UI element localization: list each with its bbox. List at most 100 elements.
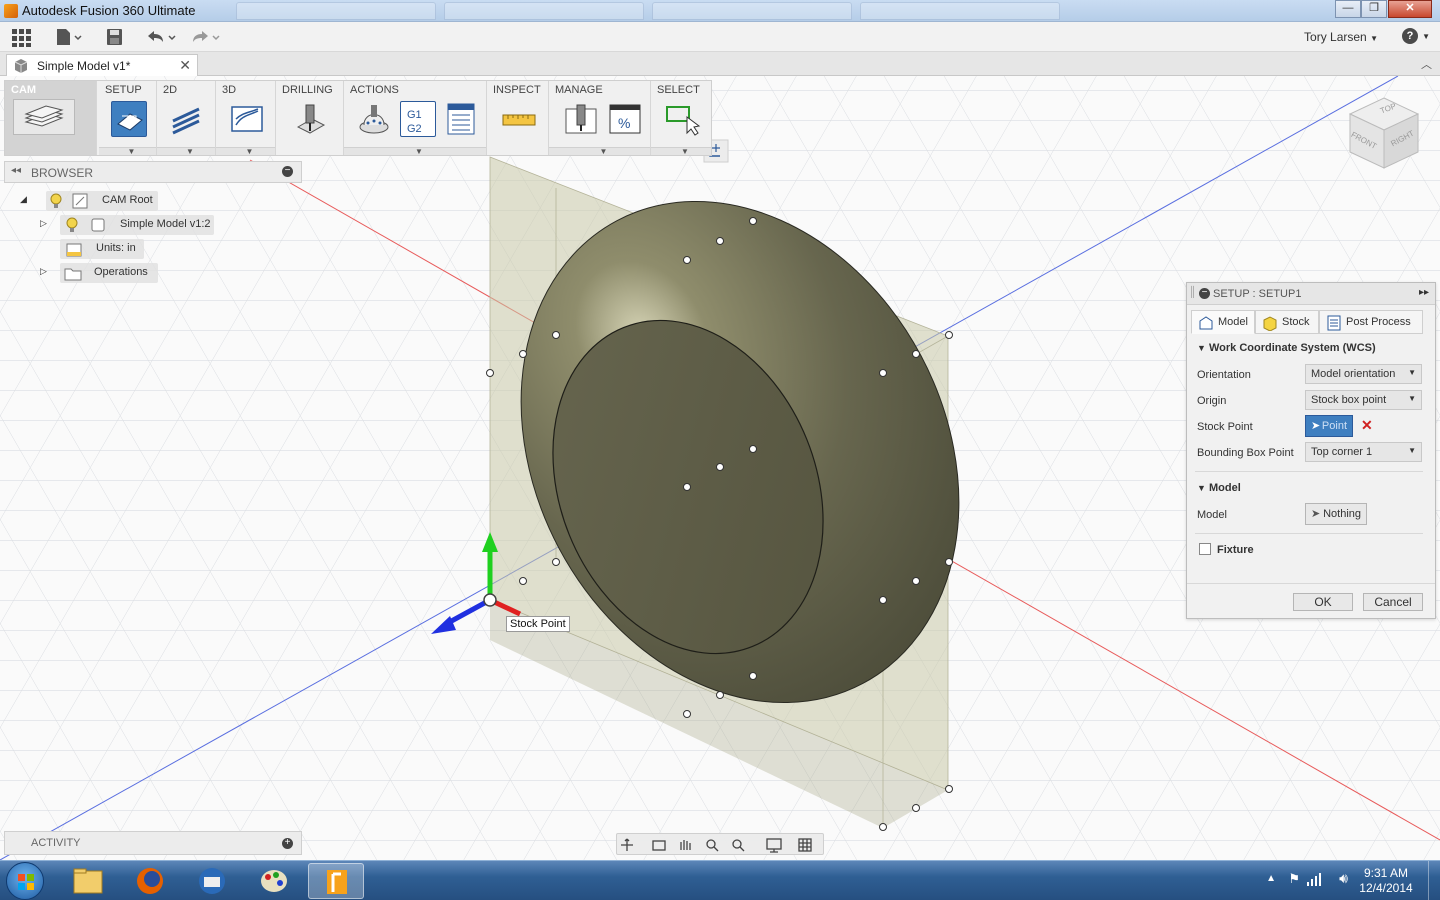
post-process-icon[interactable]: G1 G2 <box>400 101 436 137</box>
view-cube[interactable]: TOP FRONT RIGHT <box>1346 94 1424 172</box>
clear-selection-icon[interactable]: ✕ <box>1361 417 1373 434</box>
divider <box>1195 533 1423 534</box>
wcs-section-header[interactable]: ▼ Work Coordinate System (WCS) <box>1197 342 1376 354</box>
tab-label: Stock <box>1282 316 1310 328</box>
background-browser-tab <box>236 2 436 20</box>
document-tab-title: Simple Model v1* <box>37 59 131 73</box>
show-desktop-button[interactable] <box>1428 861 1440 900</box>
expand-panel-icon[interactable]: + <box>282 838 293 849</box>
3d-group[interactable]: 3D ▼ <box>216 81 276 156</box>
clock-time: 9:31 AM <box>1363 866 1409 880</box>
save-icon[interactable] <box>104 27 126 47</box>
fixture-checkbox[interactable] <box>1199 543 1211 555</box>
measure-icon[interactable] <box>501 101 537 137</box>
model-tab-icon <box>1199 316 1213 330</box>
manage-group[interactable]: MANAGE % ▼ <box>549 81 651 156</box>
templates-icon[interactable]: % <box>607 101 643 137</box>
2d-group[interactable]: 2D ▼ <box>157 81 216 156</box>
new-setup-icon[interactable] <box>111 101 147 137</box>
model-selector[interactable]: ➤ Nothing <box>1305 503 1367 525</box>
lightbulb-icon[interactable] <box>48 193 64 209</box>
setup-group[interactable]: SETUP ▼ <box>99 81 157 156</box>
dialog-header[interactable]: ║ − SETUP : SETUP1 ▸▸ <box>1187 283 1435 305</box>
tool-library-icon[interactable] <box>563 101 599 137</box>
origin-select[interactable]: Stock box point ▼ <box>1305 390 1422 410</box>
user-menu[interactable]: Tory Larsen ▼ <box>1304 30 1378 44</box>
expanded-triangle-icon[interactable]: ◢ <box>20 194 27 205</box>
windows-taskbar: ▲ ⚑ 🔊︎ 9:31 AM 12/4/2014 <box>0 860 1440 900</box>
action-center-flag-icon[interactable]: ⚑ <box>1288 871 1300 887</box>
help-button[interactable]: ? <box>1402 28 1418 44</box>
thunderbird-taskbar-icon[interactable] <box>184 863 240 899</box>
fixture-label: Fixture <box>1217 544 1254 556</box>
close-window-button[interactable]: ✕ <box>1388 0 1432 18</box>
dropdown-arrow-icon: ▼ <box>1408 368 1416 377</box>
3d-toolpath-icon[interactable] <box>230 101 266 137</box>
data-panel-grid-icon[interactable] <box>10 27 32 47</box>
cam-workspace-icon[interactable] <box>13 99 75 135</box>
fusion-taskbar-icon[interactable] <box>308 863 364 899</box>
orientation-value: Model orientation <box>1311 368 1396 380</box>
start-button[interactable] <box>6 862 44 900</box>
paint-taskbar-icon[interactable] <box>246 863 302 899</box>
minimize-panel-icon[interactable]: − <box>282 166 293 177</box>
redo-icon[interactable] <box>188 27 222 47</box>
orientation-select[interactable]: Model orientation ▼ <box>1305 364 1422 384</box>
tree-item-model[interactable]: ▷ Simple Model v1:2 <box>38 215 218 235</box>
navigation-bar <box>616 833 824 855</box>
svg-text:%: % <box>618 115 630 131</box>
firefox-taskbar-icon[interactable] <box>122 863 178 899</box>
maximize-button[interactable]: ❐ <box>1361 0 1387 18</box>
2d-toolpath-icon[interactable] <box>169 101 205 137</box>
inspect-group[interactable]: INSPECT <box>487 81 549 155</box>
tree-item-units[interactable]: Units: in <box>60 239 150 259</box>
collapsed-triangle-icon[interactable]: ▷ <box>40 266 47 277</box>
drill-icon[interactable] <box>292 101 328 137</box>
volume-icon[interactable]: 🔊︎ <box>1339 870 1348 887</box>
stock-point-selector[interactable]: ➤ Point <box>1305 415 1353 437</box>
help-chevron-icon[interactable]: ▼ <box>1422 32 1430 41</box>
section-collapse-icon[interactable]: ▼ <box>1197 483 1206 493</box>
bounding-box-select[interactable]: Top corner 1 ▼ <box>1305 442 1422 462</box>
file-menu-icon[interactable] <box>54 27 84 47</box>
collapse-up-icon[interactable]: ︿ <box>1421 56 1432 72</box>
activity-panel[interactable]: ACTIVITY + <box>4 831 302 855</box>
footer-divider <box>1187 583 1435 584</box>
simulate-icon[interactable] <box>356 101 392 137</box>
select-window-icon[interactable] <box>665 101 701 137</box>
tab-model[interactable]: Model <box>1191 310 1255 334</box>
fit-icon <box>732 839 745 852</box>
lightbulb-icon[interactable] <box>64 217 80 233</box>
show-hidden-icons[interactable]: ▲ <box>1266 873 1276 884</box>
tab-stock[interactable]: Stock <box>1255 310 1319 334</box>
workspace-switcher[interactable]: CAM <box>5 81 97 155</box>
model-icon <box>14 59 28 73</box>
system-clock[interactable]: 9:31 AM 12/4/2014 <box>1356 866 1416 896</box>
network-icon[interactable] <box>1306 871 1322 890</box>
model-section-header[interactable]: ▼ Model <box>1197 482 1241 494</box>
background-browser-tab <box>652 2 852 20</box>
minimize-button[interactable]: — <box>1335 0 1361 18</box>
browser-panel-header[interactable]: ◂◂ BROWSER − <box>4 161 302 183</box>
setup-group-label: SETUP <box>105 84 142 96</box>
undo-icon[interactable] <box>144 27 178 47</box>
collapse-left-icon[interactable]: ◂◂ <box>11 165 21 176</box>
close-tab-icon[interactable]: ✕ <box>179 57 191 74</box>
select-group[interactable]: SELECT ▼ <box>651 81 711 156</box>
collapsed-triangle-icon[interactable]: ▷ <box>40 218 47 229</box>
clock-date: 12/4/2014 <box>1359 881 1413 895</box>
ok-button[interactable]: OK <box>1293 593 1353 611</box>
cancel-button[interactable]: Cancel <box>1363 593 1423 611</box>
tree-item-cam-root[interactable]: ◢ CAM Root <box>20 191 160 211</box>
section-collapse-icon[interactable]: ▼ <box>1197 343 1206 353</box>
document-tab[interactable]: Simple Model v1* ✕ <box>6 54 198 76</box>
drag-handle-icon[interactable]: ║ <box>1189 287 1196 298</box>
drilling-group[interactable]: DRILLING <box>276 81 344 155</box>
tab-post-process[interactable]: Post Process <box>1319 310 1423 334</box>
expand-dialog-icon[interactable]: ▸▸ <box>1419 287 1429 298</box>
explorer-taskbar-icon[interactable] <box>60 863 116 899</box>
tree-item-operations[interactable]: ▷ Operations <box>38 263 162 283</box>
minimize-dialog-icon[interactable]: − <box>1199 288 1210 299</box>
setup-sheet-icon[interactable] <box>444 101 480 137</box>
actions-group[interactable]: ACTIONS G1 G2 ▼ <box>344 81 487 156</box>
